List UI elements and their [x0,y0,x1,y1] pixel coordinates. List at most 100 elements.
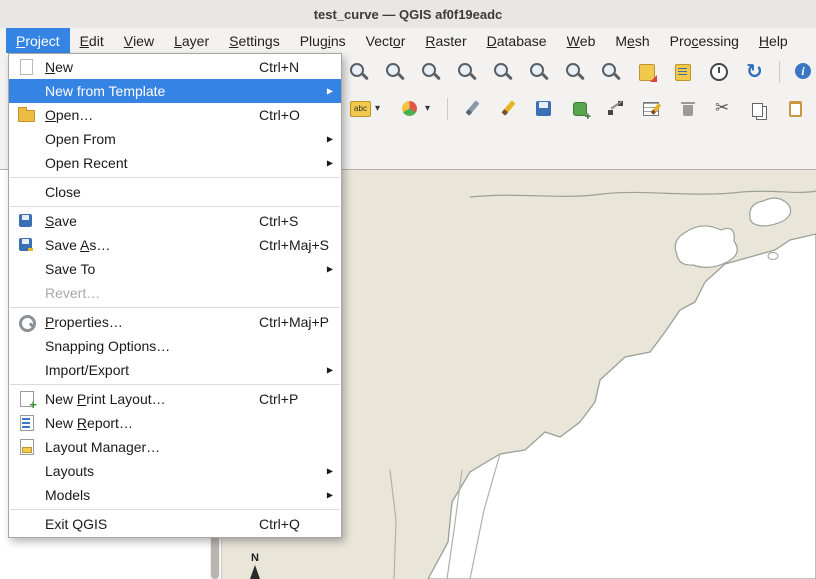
menu-item-snapping-options[interactable]: Snapping Options… [9,334,341,358]
zoom-out-button[interactable] [454,59,480,85]
blank-icon [17,130,37,148]
menu-item-properties[interactable]: Properties…Ctrl+Maj+P [9,310,341,334]
save-layer-edits-icon [532,97,556,121]
paste-features-button[interactable] [783,96,809,122]
blank-icon [17,361,37,379]
toggle-editing-button[interactable] [495,96,521,122]
menu-item-layout-manager[interactable]: Layout Manager… [9,435,341,459]
copy-features-icon [748,97,772,121]
menu-item-save[interactable]: SaveCtrl+S [9,209,341,233]
menu-item-label: New Report… [45,415,133,431]
menu-item-models[interactable]: Models▶ [9,483,341,507]
menu-item-exit-qgis[interactable]: Exit QGISCtrl+Q [9,512,341,536]
menubar-item-database[interactable]: Database [477,28,557,53]
menu-item-save-as[interactable]: Save As… Ctrl+Maj+S [9,233,341,257]
new-bookmark-button[interactable] [634,59,660,85]
menu-item-shortcut: Ctrl+O [259,107,300,123]
save-as-icon [17,236,37,254]
show-bookmarks-icon [671,60,695,84]
add-feature-button[interactable] [567,96,593,122]
menu-item-label: Close [45,184,81,200]
window-title: test_curve — QGIS af0f19eadc [314,7,503,22]
add-feature-icon [568,97,592,121]
zoom-to-layer-icon [527,60,551,84]
menu-item-new-from-template[interactable]: New from Template▶ [9,79,341,103]
cut-features-button[interactable] [711,96,737,122]
modify-attributes-button[interactable] [639,96,665,122]
menu-item-label: Layouts [45,463,94,479]
menubar-item-web[interactable]: Web [557,28,606,53]
save-layer-edits-button[interactable] [531,96,557,122]
menubar-item-settings[interactable]: Settings [219,28,290,53]
menu-item-open-recent[interactable]: Open Recent▶ [9,151,341,175]
labeling-options-button[interactable]: ▾ [346,96,386,122]
menubar-item-layer[interactable]: Layer [164,28,219,53]
paste-features-icon [784,97,808,121]
zoom-in-button[interactable] [418,59,444,85]
project-menu: NewCtrl+NNew from Template▶Open…Ctrl+OOp… [8,53,342,538]
identify-features-button[interactable] [791,59,816,85]
menu-item-shortcut: Ctrl+Maj+S [259,237,329,253]
toggle-editing-icon [496,97,520,121]
menu-item-open[interactable]: Open… Ctrl+O [9,103,341,127]
zoom-to-selection-button[interactable] [490,59,516,85]
menu-item-open-from[interactable]: Open From▶ [9,127,341,151]
menu-item-label: Open… [45,107,93,123]
menu-separator [10,509,340,510]
menu-item-close[interactable]: Close [9,180,341,204]
current-edits-icon [460,97,484,121]
menu-item-label: Import/Export [45,362,129,378]
zoom-last-button[interactable] [562,59,588,85]
refresh-button[interactable] [742,59,768,85]
menu-item-new-report[interactable]: New Report… [9,411,341,435]
menu-item-save-to[interactable]: Save To▶ [9,257,341,281]
vertex-tool-button[interactable] [603,96,629,122]
save-icon [17,212,37,230]
zoom-to-layer-button[interactable] [526,59,552,85]
menubar-item-plugins[interactable]: Plugins [290,28,356,53]
dropdown-caret-icon: ▾ [425,103,430,114]
blank-icon [17,462,37,480]
blank-icon [17,183,37,201]
submenu-arrow-icon: ▶ [327,491,333,500]
blank-icon [17,82,37,100]
current-edits-button[interactable] [459,96,485,122]
menubar-item-view[interactable]: View [114,28,164,53]
diagram-options-button[interactable]: ▾ [396,96,436,122]
menubar-item-mesh[interactable]: Mesh [605,28,659,53]
submenu-arrow-icon: ▶ [327,135,333,144]
blank-icon [17,486,37,504]
submenu-arrow-icon: ▶ [327,366,333,375]
zoom-next-icon [599,60,623,84]
menu-separator [10,384,340,385]
show-bookmarks-button[interactable] [670,59,696,85]
menu-item-new-print-layout[interactable]: New Print Layout…Ctrl+P [9,387,341,411]
menubar-item-help[interactable]: Help [749,28,798,53]
menubar-item-raster[interactable]: Raster [415,28,476,53]
zoom-in-icon [419,60,443,84]
menu-item-shortcut: Ctrl+N [259,59,299,75]
menubar-item-edit[interactable]: Edit [70,28,114,53]
menu-item-label: Save As… [45,237,110,253]
menu-item-layouts[interactable]: Layouts▶ [9,459,341,483]
menu-item-import-export[interactable]: Import/Export ▶ [9,358,341,382]
refresh-icon [743,60,767,84]
menubar-item-project[interactable]: Project [6,28,70,53]
zoom-to-native-icon [383,60,407,84]
menubar-item-processing[interactable]: Processing [660,28,749,53]
menubar: ProjectEditViewLayerSettingsPluginsVecto… [0,28,816,53]
titlebar[interactable]: test_curve — QGIS af0f19eadc [0,0,816,29]
zoom-full-button[interactable] [346,59,372,85]
north-arrow-icon [250,565,260,579]
submenu-arrow-icon: ▶ [327,265,333,274]
menubar-item-vector[interactable]: Vector [356,28,416,53]
zoom-out-icon [455,60,479,84]
temporal-controller-button[interactable] [706,59,732,85]
menu-item-new[interactable]: NewCtrl+N [9,55,341,79]
menu-separator [10,307,340,308]
delete-selected-button[interactable] [675,96,701,122]
zoom-next-button[interactable] [598,59,624,85]
copy-features-button[interactable] [747,96,773,122]
menu-item-revert[interactable]: Revert… [9,281,341,305]
zoom-to-native-button[interactable] [382,59,408,85]
